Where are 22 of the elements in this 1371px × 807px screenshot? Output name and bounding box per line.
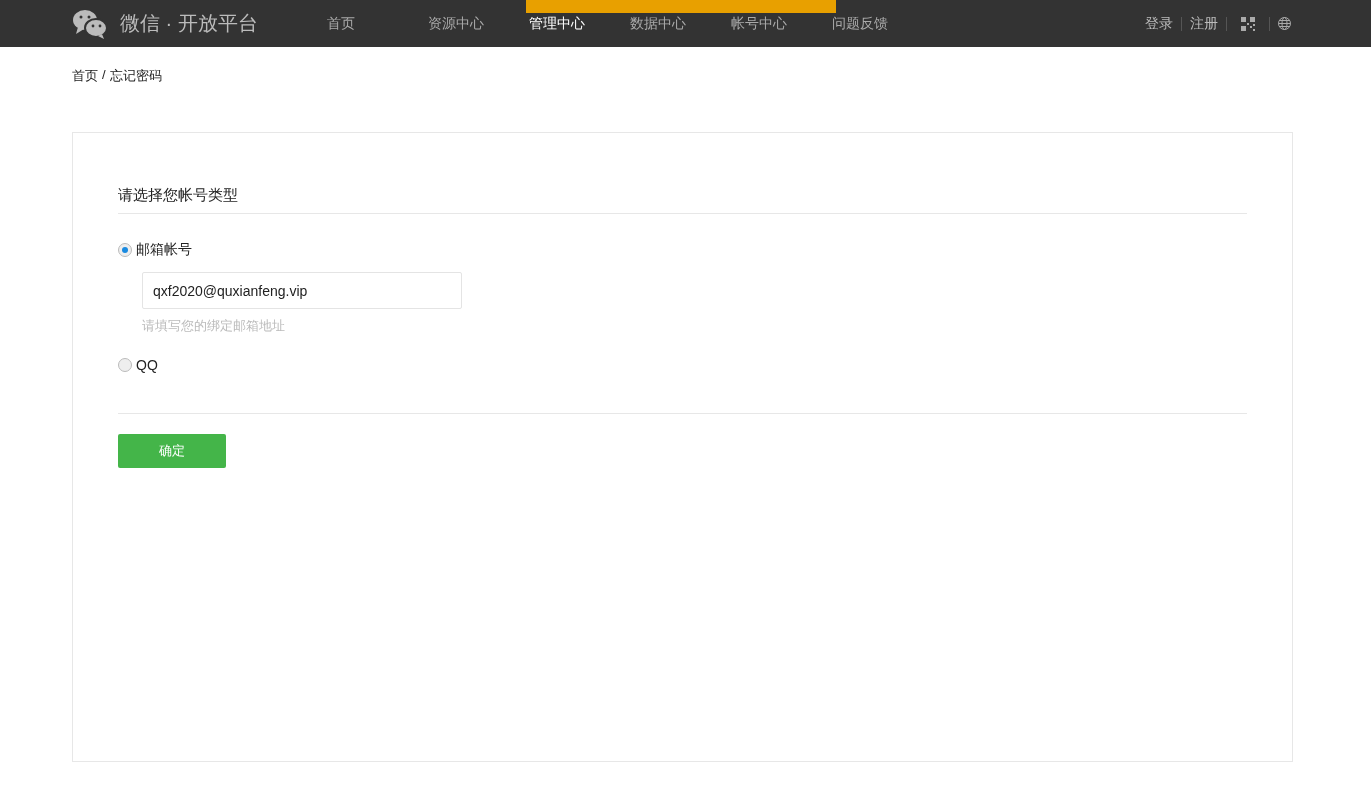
register-link[interactable]: 注册 [1190, 14, 1218, 33]
radio-option[interactable]: QQ [118, 357, 1247, 373]
email-input-field[interactable]: qxf2020@quxianfeng.vip [142, 272, 462, 309]
nav-link[interactable]: 资源中心 [428, 14, 529, 33]
radio-option[interactable]: 邮箱帐号 [118, 241, 1247, 259]
chat-bubbles-logo-icon [72, 8, 108, 39]
breadcrumb-item[interactable]: 首页 [72, 67, 98, 85]
globe-icon[interactable] [1278, 17, 1291, 30]
qr-code-icon[interactable] [1241, 16, 1255, 31]
breadcrumb-separator: / [102, 67, 106, 84]
nav-link[interactable]: 首页 [327, 14, 428, 33]
breadcrumb-item: 忘记密码 [109, 67, 162, 85]
nav-link[interactable]: 帐号中心 [731, 14, 832, 33]
radio-icon[interactable] [118, 358, 132, 372]
field-hint: 请填写您的绑定邮箱地址 [142, 317, 286, 335]
section-title: 请选择您帐号类型 [118, 186, 1247, 214]
nav-link[interactable]: 管理中心 [529, 14, 630, 33]
login-link[interactable]: 登录 [1145, 14, 1173, 33]
brand-title: 微信 · 开放平台 [120, 11, 258, 36]
nav-link[interactable]: 问题反馈 [832, 14, 933, 33]
nav-link[interactable]: 数据中心 [630, 14, 731, 33]
radio-icon[interactable] [118, 243, 132, 257]
